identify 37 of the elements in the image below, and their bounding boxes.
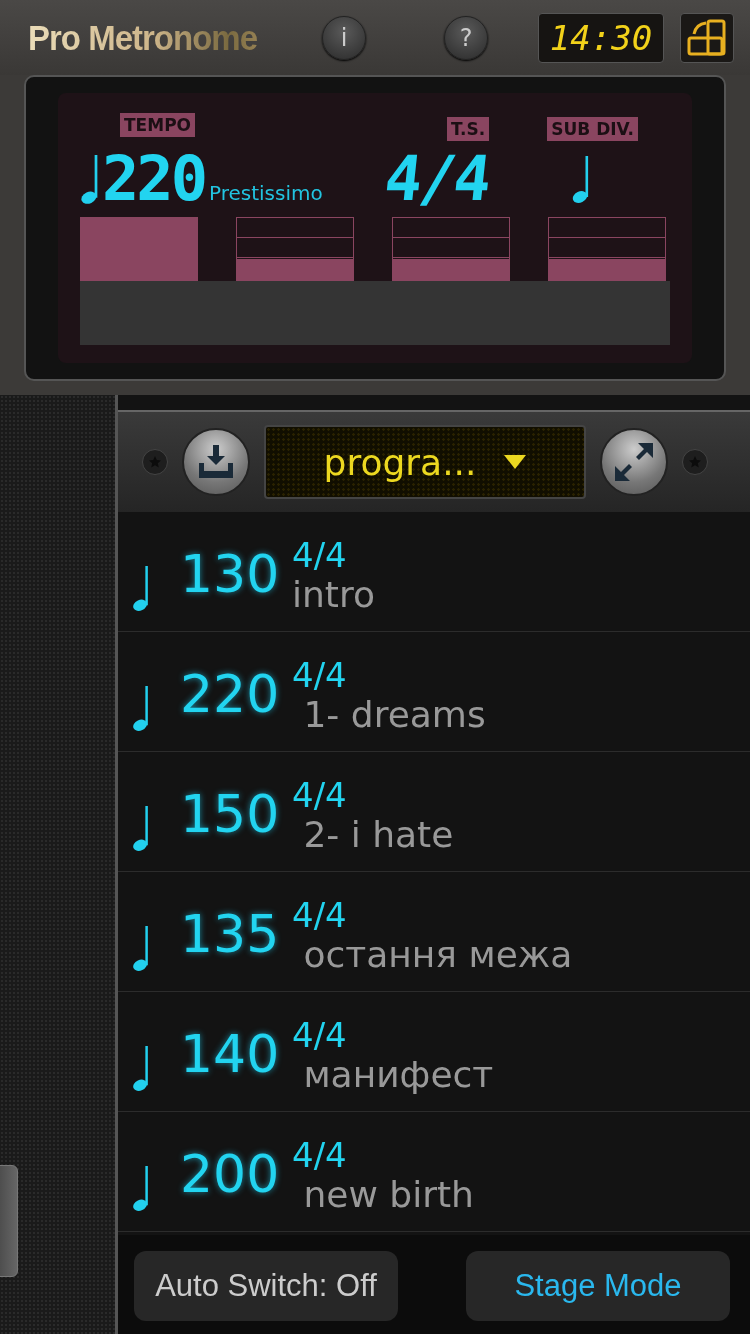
tempo-label: TEMPO [120,113,196,137]
clock-display: 14:30 [538,12,664,63]
info-button[interactable]: i [322,15,366,60]
expand-arrows-icon [615,443,653,481]
song-tempo: 130 [180,544,281,604]
time-signature-value[interactable]: 4/4 [381,151,491,207]
screw-icon [142,449,168,475]
song-name: остання межа [302,934,573,976]
time-signature-label: T.S. [447,117,490,141]
song-tempo: 220 [180,664,281,724]
stage-mode-button[interactable]: Stage Mode [466,1251,730,1321]
screw-icon [682,449,708,475]
song-tempo: 200 [180,1144,281,1204]
song-time-signature: 4/4 [292,656,348,694]
rotate-button[interactable] [680,12,734,63]
tempo-name: Prestissimo [209,181,323,205]
program-dropdown[interactable]: progra... [264,425,586,499]
song-time-signature: 4/4 [292,1016,348,1054]
tempo-value[interactable]: 220 [102,151,205,207]
song-name: intro [292,574,375,616]
song-time-signature: 4/4 [292,536,348,574]
song-name: new birth [302,1174,474,1216]
subdivision-label: SUB DIV. [547,117,639,141]
song-time-signature: 4/4 [292,896,348,934]
song-name: манифест [302,1054,494,1096]
rotate-device-icon [686,17,728,58]
help-button[interactable]: ? [444,15,488,60]
download-tray-icon [196,445,236,479]
dropdown-caret-icon [504,455,527,469]
song-tempo: 150 [180,784,281,844]
auto-switch-button[interactable]: Auto Switch: Off [134,1251,398,1321]
song-time-signature: 4/4 [292,1136,348,1174]
song-name: 1- dreams [302,694,486,736]
song-tempo: 135 [180,904,281,964]
song-tempo: 140 [180,1024,281,1084]
song-time-signature: 4/4 [292,776,348,814]
song-name: 2- i hate [302,814,454,856]
